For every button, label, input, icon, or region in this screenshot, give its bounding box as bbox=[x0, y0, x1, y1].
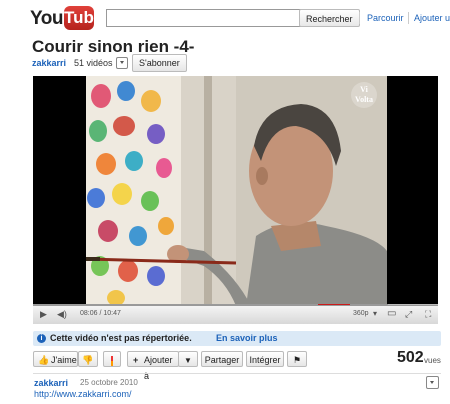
chevron-down-icon: ▼ bbox=[184, 356, 192, 365]
description-author[interactable]: zakkarri bbox=[34, 378, 68, 388]
dislike-button[interactable]: 👎 bbox=[78, 351, 98, 367]
wide-mode-icon[interactable]: ⤢ bbox=[405, 309, 412, 319]
notice-text: Cette vidéo n'est pas répertoriée. bbox=[50, 333, 192, 343]
stats-bar-icon bbox=[111, 355, 113, 366]
search-button[interactable]: Rechercher bbox=[299, 9, 360, 27]
stats-button[interactable] bbox=[103, 351, 121, 367]
logo-you-text: You bbox=[30, 8, 63, 29]
popout-icon[interactable]: ▭ bbox=[387, 309, 396, 319]
flag-button[interactable]: ⚑ bbox=[287, 351, 307, 367]
channel-link[interactable]: zakkarri bbox=[32, 58, 66, 68]
nav-separator bbox=[359, 12, 360, 24]
channel-watermark: Vi Volta bbox=[351, 82, 377, 108]
search-input[interactable] bbox=[106, 9, 301, 27]
expand-description-button[interactable] bbox=[426, 376, 439, 389]
video-frame-image bbox=[86, 76, 387, 306]
view-count: 502 bbox=[397, 349, 424, 366]
video-player[interactable]: Vi Volta bbox=[33, 76, 438, 306]
channel-dropdown-button[interactable] bbox=[116, 57, 128, 69]
add-to-label: Ajouter à bbox=[144, 355, 173, 381]
like-button[interactable]: 👍 J'aime bbox=[33, 351, 78, 367]
video-frame: Vi Volta bbox=[86, 76, 387, 306]
learn-more-link[interactable]: En savoir plus bbox=[216, 331, 278, 346]
quality-button[interactable]: 360p bbox=[353, 310, 369, 317]
divider bbox=[33, 373, 441, 374]
views-label: vues bbox=[424, 356, 441, 365]
thumbs-up-icon: 👍 bbox=[38, 355, 50, 365]
nav-separator bbox=[408, 12, 409, 24]
quality-arrow-icon[interactable]: ▾ bbox=[373, 309, 377, 319]
nav-upload-link[interactable]: Ajouter u bbox=[414, 12, 450, 24]
add-to-button[interactable]: + Ajouter à bbox=[127, 351, 179, 381]
embed-button[interactable]: Intégrer bbox=[246, 351, 284, 367]
upload-date: 25 octobre 2010 bbox=[80, 378, 138, 387]
flag-icon: ⚑ bbox=[292, 355, 302, 365]
time-display: 08:06 / 10:47 bbox=[80, 310, 121, 317]
unlisted-notice: i Cette vidéo n'est pas répertoriée. En … bbox=[33, 331, 441, 346]
like-label: J'aime bbox=[51, 355, 77, 365]
description-link[interactable]: http://www.zakkarri.com/ bbox=[34, 389, 132, 399]
subscribe-button[interactable]: S'abonner bbox=[132, 54, 187, 72]
info-icon: i bbox=[37, 334, 46, 343]
plus-icon: + bbox=[133, 355, 139, 365]
volume-icon[interactable]: ◀) bbox=[57, 309, 67, 319]
duration: 10:47 bbox=[103, 310, 121, 317]
fullscreen-icon[interactable]: ⛶ bbox=[425, 309, 431, 319]
nav-browse-link[interactable]: Parcourir bbox=[367, 12, 404, 24]
logo-tube-text: Tube bbox=[64, 6, 103, 30]
videos-count: 51 vidéos bbox=[74, 58, 113, 68]
share-button[interactable]: Partager bbox=[201, 351, 243, 367]
add-to-dropdown-button[interactable]: ▼ bbox=[178, 351, 198, 367]
play-icon[interactable]: ▶ bbox=[40, 309, 47, 319]
current-time: 08:06 bbox=[80, 310, 98, 317]
thumbs-down-icon: 👎 bbox=[82, 355, 94, 365]
youtube-logo[interactable]: You Tube bbox=[30, 6, 103, 32]
